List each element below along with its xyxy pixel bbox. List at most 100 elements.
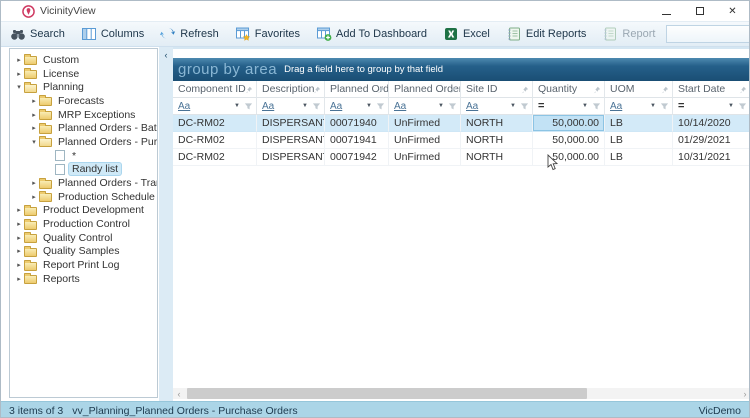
excel-button[interactable]: Excel	[436, 23, 497, 45]
sidebar-item-product-development[interactable]: ▸ Product Development	[10, 204, 157, 218]
chevron-collapsed-icon[interactable]: ▸	[29, 111, 39, 119]
chevron-expanded-icon[interactable]: ▾	[29, 138, 39, 146]
filter-dropdown-icon[interactable]: ▼	[582, 103, 588, 109]
pin-icon[interactable]	[377, 86, 385, 94]
pin-icon[interactable]	[739, 86, 747, 94]
sidebar-item-randy-list[interactable]: Randy list	[10, 163, 157, 177]
chevron-collapsed-icon[interactable]: ▸	[14, 247, 24, 255]
cell-start-date[interactable]: 10/14/2020	[673, 115, 749, 132]
filter-dropdown-icon[interactable]: ▼	[510, 103, 516, 109]
cell-start-date[interactable]: 01/29/2021	[673, 132, 749, 149]
filter-cell-planned-order-n[interactable]: Aa ▼	[325, 98, 389, 115]
column-header-component-id[interactable]: Component ID	[173, 81, 257, 98]
maximize-button[interactable]	[683, 1, 716, 21]
column-header-planned-order-n[interactable]: Planned Order N	[325, 81, 389, 98]
cell-description[interactable]: DISPERSANT	[257, 149, 325, 166]
pin-icon[interactable]	[521, 86, 529, 94]
panel-splitter[interactable]: ‹	[159, 47, 173, 401]
refresh-button[interactable]: Refresh	[153, 23, 226, 45]
scroll-right-icon[interactable]: ›	[739, 389, 749, 399]
funnel-filter-icon[interactable]	[738, 102, 747, 111]
filter-dropdown-icon[interactable]: ▼	[366, 103, 372, 109]
chevron-collapsed-icon[interactable]: ▸	[14, 234, 24, 242]
text-filter-icon[interactable]: Aa	[610, 101, 622, 112]
cell-uom[interactable]: LB	[605, 132, 673, 149]
cell-uom[interactable]: LB	[605, 149, 673, 166]
sidebar-item-forecasts[interactable]: ▸ Forecasts	[10, 94, 157, 108]
filter-cell-quantity[interactable]: = ▼	[533, 98, 605, 115]
cell-planned-order-st[interactable]: UnFirmed	[389, 115, 461, 132]
cell-quantity[interactable]: 50,000.00	[533, 132, 605, 149]
chevron-collapsed-icon[interactable]: ▸	[14, 206, 24, 214]
sidebar-item-mrp-exceptions[interactable]: ▸ MRP Exceptions	[10, 108, 157, 122]
cell-description[interactable]: DISPERSANT	[257, 132, 325, 149]
text-filter-icon[interactable]: Aa	[262, 101, 274, 112]
chevron-collapsed-icon[interactable]: ▸	[14, 220, 24, 228]
filter-cell-planned-order-st[interactable]: Aa ▼	[389, 98, 461, 115]
cell-uom[interactable]: LB	[605, 115, 673, 132]
sidebar-item-planned-orders-transfers[interactable]: ▸ Planned Orders - Transfers	[10, 176, 157, 190]
chevron-collapsed-icon[interactable]: ▸	[29, 97, 39, 105]
filter-dropdown-icon[interactable]: ▼	[438, 103, 444, 109]
chevron-collapsed-icon[interactable]: ▸	[14, 70, 24, 78]
filter-dropdown-icon[interactable]: ▼	[650, 103, 656, 109]
sidebar-item-planned-orders-purchase-orders[interactable]: ▾ Planned Orders - Purchase Orders	[10, 135, 157, 149]
funnel-filter-icon[interactable]	[312, 102, 321, 111]
cell-planned-order-st[interactable]: UnFirmed	[389, 132, 461, 149]
cell-planned-order-n[interactable]: 00071940	[325, 115, 389, 132]
cell-planned-order-n[interactable]: 00071941	[325, 132, 389, 149]
collapse-panel-icon[interactable]: ‹	[160, 48, 172, 63]
sidebar-item-item[interactable]: *	[10, 149, 157, 163]
chevron-collapsed-icon[interactable]: ▸	[29, 179, 39, 187]
report-select[interactable]: ▼	[666, 25, 749, 43]
sidebar-item-report-print-log[interactable]: ▸ Report Print Log	[10, 258, 157, 272]
sidebar-item-quality-control[interactable]: ▸ Quality Control	[10, 231, 157, 245]
text-filter-icon[interactable]: Aa	[466, 101, 478, 112]
funnel-filter-icon[interactable]	[376, 102, 385, 111]
cell-quantity[interactable]: 50,000.00	[533, 115, 605, 132]
edit-reports-button[interactable]: Edit Reports	[499, 23, 594, 45]
group-by-area[interactable]: group by area Drag a field here to group…	[173, 58, 749, 81]
minimize-button[interactable]	[650, 1, 683, 21]
close-button[interactable]: ✕	[716, 1, 749, 21]
chevron-expanded-icon[interactable]: ▾	[14, 83, 24, 91]
filter-cell-uom[interactable]: Aa ▼	[605, 98, 673, 115]
cell-site-id[interactable]: NORTH	[461, 149, 533, 166]
column-header-start-date[interactable]: Start Date	[673, 81, 749, 98]
table-row[interactable]: DC-RM02 DISPERSANT 00071942 UnFirmed NORTH 50…	[173, 149, 749, 166]
chevron-collapsed-icon[interactable]: ▸	[14, 56, 24, 64]
filter-dropdown-icon[interactable]: ▼	[302, 103, 308, 109]
chevron-collapsed-icon[interactable]: ▸	[14, 275, 24, 283]
sidebar-item-production-control[interactable]: ▸ Production Control	[10, 217, 157, 231]
filter-cell-start-date[interactable]: = ▼	[673, 98, 749, 115]
favorites-button[interactable]: Favorites	[228, 23, 307, 45]
table-row[interactable]: DC-RM02 DISPERSANT 00071940 UnFirmed NORTH 50…	[173, 115, 749, 132]
sidebar-item-quality-samples[interactable]: ▸ Quality Samples	[10, 245, 157, 259]
table-row[interactable]: DC-RM02 DISPERSANT 00071941 UnFirmed NORTH 50…	[173, 132, 749, 149]
scroll-left-icon[interactable]: ‹	[173, 389, 185, 399]
funnel-filter-icon[interactable]	[448, 102, 457, 111]
search-button[interactable]: Search	[3, 23, 72, 45]
column-header-uom[interactable]: UOM	[605, 81, 673, 98]
chevron-collapsed-icon[interactable]: ▸	[29, 124, 39, 132]
pin-icon[interactable]	[661, 86, 669, 94]
cell-quantity[interactable]: 50,000.00	[533, 149, 605, 166]
cell-site-id[interactable]: NORTH	[461, 132, 533, 149]
add-to-dashboard-button[interactable]: Add To Dashboard	[309, 23, 434, 45]
sidebar-item-planned-orders-batches[interactable]: ▸ Planned Orders - Batches	[10, 121, 157, 135]
column-header-planned-order-st[interactable]: Planned Order St	[389, 81, 461, 98]
funnel-filter-icon[interactable]	[660, 102, 669, 111]
pin-icon[interactable]	[449, 86, 457, 94]
chevron-collapsed-icon[interactable]: ▸	[14, 261, 24, 269]
filter-dropdown-icon[interactable]: ▼	[234, 103, 240, 109]
cell-component-id[interactable]: DC-RM02	[173, 115, 257, 132]
scrollbar-thumb[interactable]	[187, 388, 587, 399]
column-header-site-id[interactable]: Site ID	[461, 81, 533, 98]
equals-filter-icon[interactable]: =	[538, 100, 544, 112]
filter-cell-site-id[interactable]: Aa ▼	[461, 98, 533, 115]
sidebar-item-custom[interactable]: ▸ Custom	[10, 53, 157, 67]
column-header-description[interactable]: Description	[257, 81, 325, 98]
cell-planned-order-n[interactable]: 00071942	[325, 149, 389, 166]
filter-cell-description[interactable]: Aa ▼	[257, 98, 325, 115]
funnel-filter-icon[interactable]	[244, 102, 253, 111]
